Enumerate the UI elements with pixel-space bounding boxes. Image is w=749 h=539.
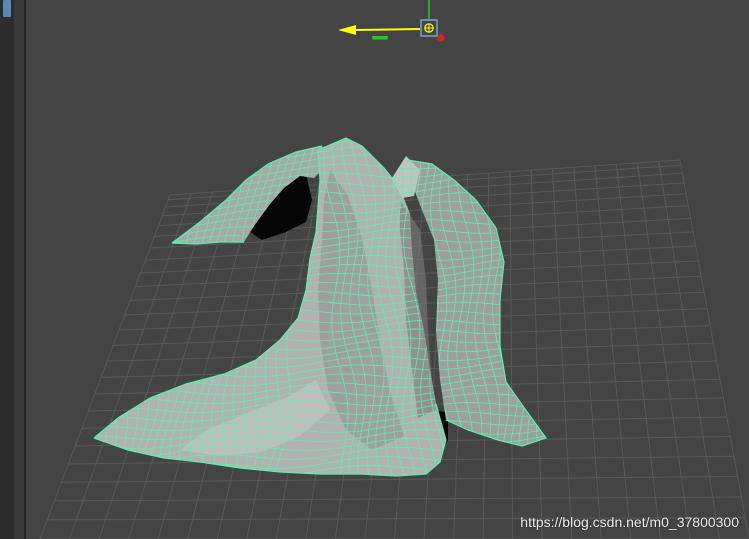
manip-z-handle[interactable] — [372, 36, 388, 40]
grid-line — [39, 194, 171, 539]
maya-viewport-window: https://blog.csdn.net/m0_37800300 — [0, 0, 749, 539]
grid-line — [530, 170, 543, 539]
move-manipulator-icon[interactable] — [338, 0, 445, 42]
manip-pivot-dot[interactable] — [437, 34, 445, 42]
grid-line — [509, 171, 514, 539]
scene-canvas[interactable] — [0, 0, 749, 539]
wire-line — [94, 138, 546, 148]
manip-x-arrowhead[interactable] — [338, 25, 356, 35]
grid-line — [552, 168, 573, 539]
manip-x-axis[interactable] — [355, 28, 421, 31]
grid-line — [679, 159, 749, 539]
watermark-text: https://blog.csdn.net/m0_37800300 — [520, 514, 739, 530]
